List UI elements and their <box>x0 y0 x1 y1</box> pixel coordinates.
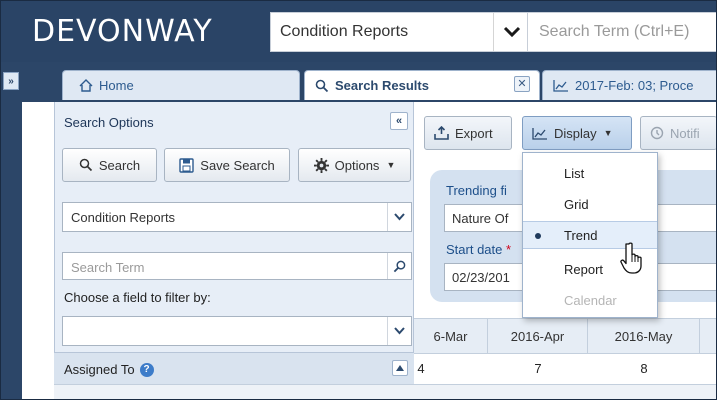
module-select-value: Condition Reports <box>280 23 409 40</box>
display-button[interactable]: Display ▼ <box>522 116 632 150</box>
menu-item-label: Report <box>564 261 604 277</box>
collapse-up-icon[interactable] <box>392 360 408 376</box>
bell-icon <box>650 126 664 140</box>
save-search-button[interactable]: Save Search <box>164 148 290 182</box>
search-icon[interactable] <box>387 253 411 279</box>
save-icon <box>179 157 194 173</box>
left-rail <box>0 62 22 400</box>
close-tab-icon[interactable]: ✕ <box>514 76 530 92</box>
tab-home[interactable]: Home <box>62 70 300 100</box>
tab-home-label: Home <box>99 78 134 93</box>
chevron-down-icon[interactable] <box>387 317 411 345</box>
chevron-down-icon[interactable] <box>387 203 411 231</box>
table-row: 4 7 8 <box>414 354 717 382</box>
bottom-strip <box>54 384 717 400</box>
collapse-panel-icon[interactable]: « <box>390 112 408 130</box>
menu-item-label: List <box>564 165 585 181</box>
search-icon <box>315 79 329 93</box>
search-term-placeholder: Search Term <box>71 260 145 275</box>
export-icon <box>434 126 449 140</box>
tab-search-results[interactable]: Search Results <box>304 70 540 100</box>
help-icon[interactable]: ? <box>139 362 154 377</box>
start-date-text: Start date <box>446 242 503 257</box>
chevron-down-icon[interactable] <box>493 13 529 51</box>
trending-field-value: Nature Of <box>452 211 509 226</box>
options-label: Options <box>334 157 380 173</box>
assigned-to-section[interactable]: Assigned To ? <box>54 352 414 384</box>
tab-trend-report-label: 2017-Feb: 03; Proce <box>575 78 694 93</box>
column-header[interactable]: 6-Mar <box>414 319 488 353</box>
menu-item-label: Grid <box>564 196 589 212</box>
search-button-label: Search <box>98 157 141 173</box>
export-button[interactable]: Export <box>424 116 512 150</box>
table-cell: 8 <box>640 360 648 376</box>
options-button[interactable]: Options ▼ <box>298 148 411 182</box>
filter-field-dropdown[interactable] <box>62 316 412 346</box>
caret-down-icon: ▼ <box>603 128 613 138</box>
tab-trend-report[interactable]: 2017-Feb: 03; Proce <box>542 70 717 100</box>
assigned-to-text: Assigned To <box>64 362 135 377</box>
display-menu: List Grid Trend Report Calendar <box>522 152 658 318</box>
selected-bullet-icon <box>535 233 541 239</box>
hand-cursor-icon <box>620 242 642 274</box>
search-options-title: Search Options <box>64 115 154 130</box>
trending-field-label: Trending fi <box>446 183 507 198</box>
export-label: Export <box>455 125 493 141</box>
table-cell: 4 <box>417 360 425 376</box>
expand-rail-icon[interactable]: » <box>3 72 19 90</box>
module-select[interactable]: Condition Reports <box>270 12 528 52</box>
search-button[interactable]: Search <box>62 148 157 182</box>
tab-search-results-label: Search Results <box>335 78 429 93</box>
global-search-placeholder: Search Term (Ctrl+E) <box>539 23 690 40</box>
search-icon <box>79 158 93 172</box>
devonway-logo: DEVONWAY <box>32 14 213 49</box>
filter-field-label: Choose a field to filter by: <box>64 290 211 305</box>
menu-item-grid[interactable]: Grid <box>523 190 657 218</box>
caret-down-icon: ▼ <box>386 160 396 170</box>
assigned-to-label: Assigned To ? <box>64 362 154 377</box>
trend-grid-header: 6-Mar 2016-Apr 2016-May <box>414 318 717 354</box>
column-header[interactable]: 2016-May <box>588 319 700 353</box>
menu-item-calendar: Calendar <box>523 286 657 314</box>
module-dropdown-value: Condition Reports <box>71 210 176 225</box>
gear-icon <box>313 157 329 173</box>
search-options-header: Search Options « <box>54 108 414 138</box>
module-dropdown[interactable]: Condition Reports <box>62 202 412 232</box>
home-icon <box>79 79 93 92</box>
menu-item-label: Calendar <box>564 292 617 308</box>
notifications-label: Notifi <box>670 125 700 141</box>
start-date-label: Start date * <box>446 242 511 257</box>
notifications-button[interactable]: Notifi <box>640 116 717 150</box>
menu-item-list[interactable]: List <box>523 159 657 187</box>
table-cell: 7 <box>534 360 542 376</box>
search-term-input[interactable]: Search Term <box>62 252 412 280</box>
menu-item-label: Trend <box>564 227 598 243</box>
required-marker: * <box>506 242 512 257</box>
start-date-value: 02/23/201 <box>452 270 510 285</box>
chart-icon <box>532 127 548 140</box>
save-search-label: Save Search <box>200 157 275 173</box>
global-search-input[interactable]: Search Term (Ctrl+E) <box>528 12 717 52</box>
column-header[interactable]: 2016-Apr <box>488 319 588 353</box>
display-label: Display <box>554 125 597 141</box>
chart-icon <box>553 79 569 92</box>
